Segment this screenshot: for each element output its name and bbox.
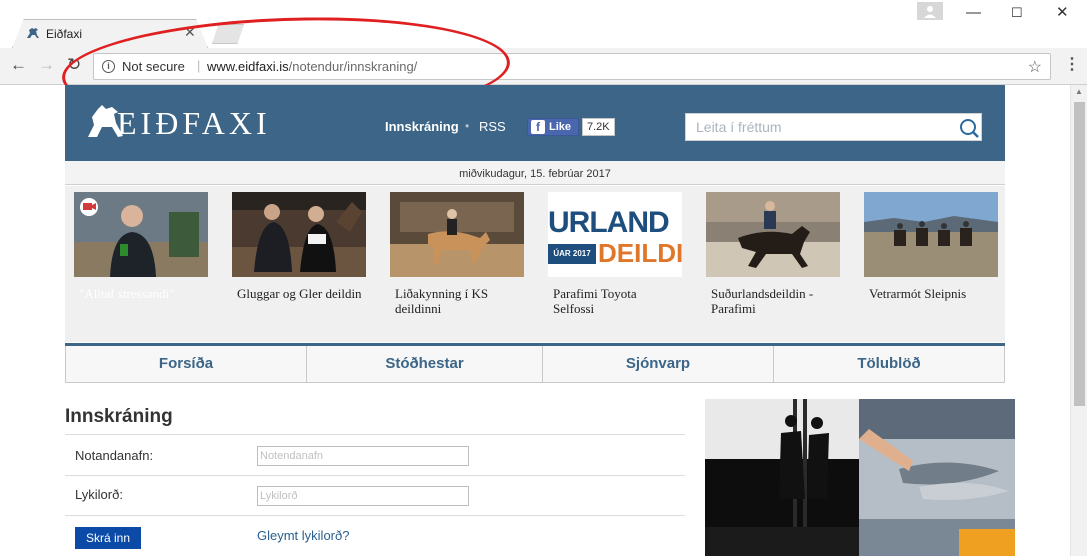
tab-title: Eiðfaxi [46, 27, 83, 41]
news-title[interactable]: Liðakynning í KS deildinni [395, 286, 521, 316]
page-scrollbar[interactable]: ▲ [1070, 85, 1087, 556]
divider [65, 515, 685, 516]
new-tab-button[interactable] [212, 24, 244, 44]
nav-tab-forsida[interactable]: Forsíða [65, 346, 307, 383]
browser-tab-bar: Eiðfaxi ✕ — ☐ ✕ [0, 0, 1087, 48]
search-icon[interactable] [958, 117, 980, 139]
ad-image-right[interactable] [859, 399, 1015, 556]
browser-tab[interactable] [12, 19, 208, 48]
browser-toolbar: ← → ↻ i Not secure | www.eidfaxi.is/note… [0, 48, 1087, 85]
menu-icon[interactable]: ⋮ [1064, 56, 1080, 74]
back-arrow-icon[interactable]: ← [10, 56, 27, 74]
news-item[interactable]: URLAND ÚAR 2017 DEILDI Parafimi Toyota S… [548, 192, 682, 332]
login-heading: Innskráning [65, 406, 173, 427]
news-title[interactable]: "Alltaf stressandi" [79, 286, 205, 301]
site-header: EIÐFAXI Innskráning • RSS f Like 7.2K [65, 85, 1005, 161]
news-thumbnail [74, 192, 208, 277]
maximize-icon[interactable]: ☐ [1011, 4, 1023, 22]
news-title[interactable]: Suðurlandsdeildin - Parafimi [711, 286, 837, 316]
ad-image-left[interactable] [705, 399, 859, 556]
news-thumbnail [232, 192, 366, 277]
facebook-icon: f [531, 120, 545, 134]
url-host: www.eidfaxi.is [207, 59, 289, 74]
news-item[interactable]: Gluggar og Gler deildin [232, 192, 366, 332]
security-label: Not secure [122, 59, 185, 74]
info-icon[interactable]: i [102, 60, 115, 73]
url-separator: | [197, 58, 201, 73]
url-text[interactable]: www.eidfaxi.is/notendur/innskraning/ [207, 59, 417, 74]
divider [65, 475, 685, 476]
divider [65, 434, 685, 435]
reload-icon[interactable]: ↻ [67, 56, 81, 74]
banner-text-top: URLAND [548, 206, 670, 239]
header-separator: • [465, 119, 470, 133]
banner-date: ÚAR 2017 [548, 244, 596, 264]
horse-favicon-icon [27, 28, 39, 38]
scrollbar-thumb[interactable] [1074, 102, 1085, 406]
facebook-like-label: Like [549, 121, 572, 133]
tab-close-icon[interactable]: ✕ [184, 25, 196, 39]
close-icon[interactable]: ✕ [1056, 4, 1069, 22]
scroll-up-arrow-icon[interactable]: ▲ [1075, 87, 1083, 96]
forward-arrow-icon[interactable]: → [38, 56, 55, 74]
banner-text-bottom: DEILDI [598, 238, 682, 268]
news-title[interactable]: Vetrarmót Sleipnis [869, 286, 995, 301]
nav-tab-sjonvarp[interactable]: Sjónvarp [543, 346, 774, 383]
login-button[interactable]: Skrá inn [75, 527, 141, 549]
facebook-like-button[interactable]: f Like [527, 118, 579, 136]
profile-icon[interactable] [917, 2, 943, 20]
username-field[interactable] [257, 446, 469, 466]
news-item[interactable]: Vetrarmót Sleipnis [864, 192, 998, 332]
web-page: EIÐFAXI Innskráning • RSS f Like 7.2K mi… [0, 85, 1070, 556]
news-title[interactable]: Parafimi Toyota Selfossi [553, 286, 679, 316]
news-thumbnail [864, 192, 998, 277]
username-label: Notandanafn: [75, 448, 154, 463]
search-input[interactable] [686, 114, 946, 140]
main-navigation: Forsíða Stóðhestar Sjónvarp Tölublöð [65, 343, 1005, 383]
password-label: Lykilorð: [75, 487, 123, 502]
site-logo-text[interactable]: EIÐFAXI [117, 105, 271, 142]
password-field[interactable] [257, 486, 469, 506]
news-item[interactable]: "Alltaf stressandi" [74, 192, 208, 332]
date-bar: miðvikudagur, 15. febrúar 2017 [65, 161, 1005, 185]
news-item[interactable]: Liðakynning í KS deildinni [390, 192, 524, 332]
address-bar[interactable]: i Not secure | www.eidfaxi.is/notendur/i… [93, 53, 1051, 80]
news-strip: "Alltaf stressandi" Gluggar og Gler deil… [65, 186, 1005, 342]
news-title[interactable]: Gluggar og Gler deildin [237, 286, 363, 301]
minimize-icon[interactable]: — [966, 4, 981, 22]
url-path: /notendur/innskraning/ [288, 59, 418, 74]
nav-tab-stodhestar[interactable]: Stóðhestar [307, 346, 543, 383]
rss-link[interactable]: RSS [479, 119, 506, 134]
nav-tab-tolublod[interactable]: Tölublöð [774, 346, 1005, 383]
news-item[interactable]: Suðurlandsdeildin - Parafimi [706, 192, 840, 332]
news-thumbnail [706, 192, 840, 277]
news-thumbnail [390, 192, 524, 277]
facebook-like-count: 7.2K [582, 118, 615, 136]
search-box [685, 113, 982, 141]
news-thumbnail: URLAND ÚAR 2017 DEILDI [548, 192, 682, 277]
star-icon[interactable]: ☆ [1028, 57, 1042, 77]
forgot-password-link[interactable]: Gleymt lykilorð? [257, 528, 349, 543]
login-link[interactable]: Innskráning [385, 119, 459, 134]
